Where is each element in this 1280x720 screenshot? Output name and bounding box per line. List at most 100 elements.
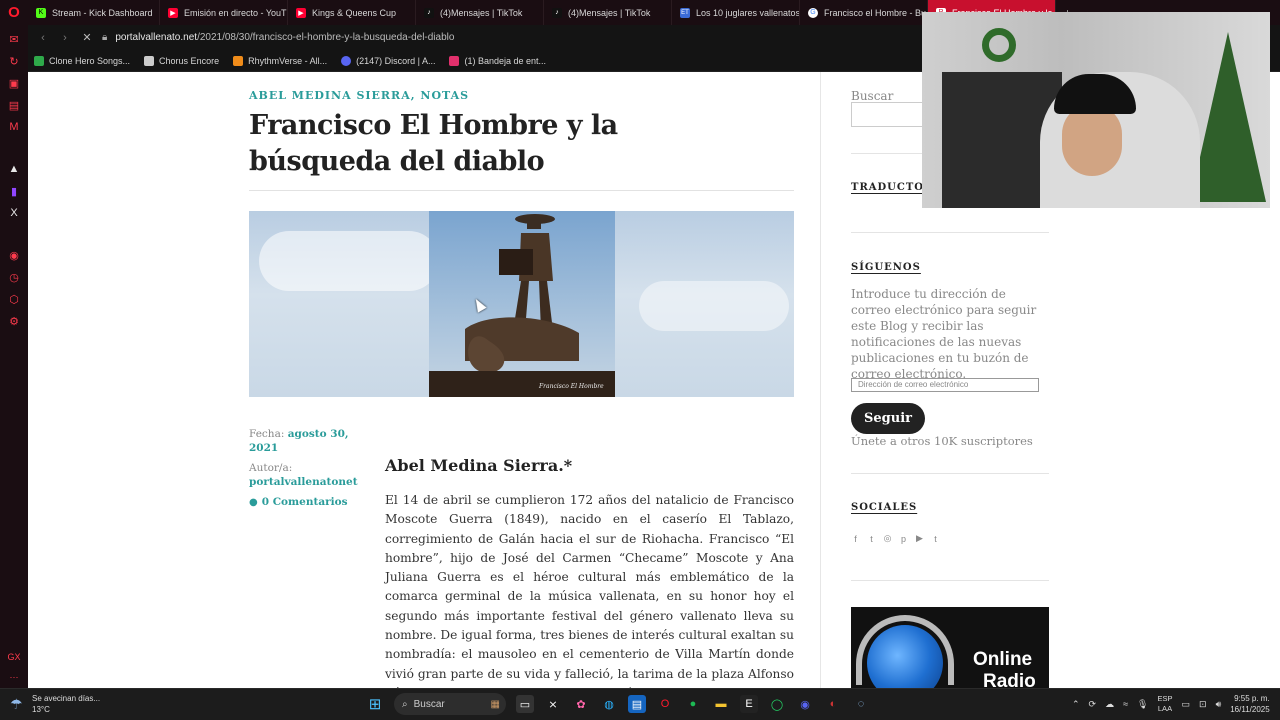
epic-games-icon[interactable]: E: [740, 695, 758, 713]
widget-divider: [851, 232, 1049, 233]
youtube-icon[interactable]: ▶: [915, 533, 924, 543]
wallet-icon[interactable]: ▤: [7, 99, 21, 112]
tab-youtube-live[interactable]: ▶ Emisión en directo - YouT: [160, 0, 288, 25]
more-icon[interactable]: ···: [10, 672, 19, 682]
bookmark-label: (1) Bandeja de ent...: [464, 55, 547, 66]
edge-icon[interactable]: ◍: [600, 695, 618, 713]
post-meta: Fecha: agosto 30, 2021 Autor/a: portalva…: [249, 427, 379, 510]
article-byline: Abel Medina Sierra.*: [385, 456, 573, 475]
player-icon[interactable]: ◉: [7, 249, 21, 262]
social-icons: f t ◎ p ▶ t: [851, 533, 940, 544]
tab-label: Los 10 juglares vallenatos: [696, 7, 800, 18]
cloud-shape: [259, 231, 439, 291]
follow-button[interactable]: Seguir: [851, 403, 925, 434]
weather-widget[interactable]: ☂ Se avecinan días... 13°C: [10, 693, 100, 715]
history-icon[interactable]: ↻: [7, 55, 21, 68]
tab-kick-dashboard[interactable]: K Stream - Kick Dashboard: [28, 0, 160, 25]
messenger-icon[interactable]: ✉: [7, 33, 21, 46]
display-icon[interactable]: ▭: [1182, 699, 1191, 710]
instagram-icon[interactable]: ◎: [883, 533, 892, 543]
lock-icon[interactable]: 🔒︎: [102, 32, 107, 43]
author-link[interactable]: portalvallenatonet: [249, 476, 358, 488]
lang-bottom: LAA: [1157, 704, 1173, 713]
twitch-icon[interactable]: ▮: [7, 185, 21, 198]
subscribers-count: Únete a otros 10K suscriptores: [851, 434, 1033, 448]
tab-tiktok-messages-2[interactable]: ♪ (4)Mensajes | TikTok: [544, 0, 672, 25]
copilot-icon[interactable]: ✿: [572, 695, 590, 713]
tab-juglares[interactable]: ET Los 10 juglares vallenatos: [672, 0, 800, 25]
bookmark-discord[interactable]: (2147) Discord | A...: [341, 55, 436, 66]
taskbar-search-placeholder: Buscar: [413, 698, 445, 710]
cloud-icon[interactable]: ☁: [1105, 699, 1114, 710]
aria-icon[interactable]: ▲: [7, 163, 21, 175]
twitter-icon[interactable]: t: [867, 534, 876, 544]
bookmark-chorus-encore[interactable]: Chorus Encore: [144, 55, 220, 66]
browser-sidebar: ✉ ↻ ▣ ▤ M ▲ ▮ X ◉ ◷ ⬡ ⚙ GX ···: [0, 25, 28, 688]
settings-gear-icon[interactable]: ⚙: [7, 315, 21, 328]
spotify-icon[interactable]: ●: [684, 695, 702, 713]
tab-kings-queens-cup[interactable]: ▶ Kings & Queens Cup: [288, 0, 416, 25]
search-label: Buscar: [851, 89, 894, 103]
widget-divider: [851, 580, 1049, 581]
tab-tiktok-messages[interactable]: ♪ (4)Mensajes | TikTok: [416, 0, 544, 25]
windows-start-icon[interactable]: ⊞: [366, 695, 384, 713]
comments-link[interactable]: 0 Comentarios: [262, 496, 348, 508]
tab-google-search[interactable]: G Francisco el Hombre - Bu: [800, 0, 928, 25]
volume-icon[interactable]: 🔊︎: [1216, 699, 1222, 710]
mic-icon[interactable]: 🎙︎: [1137, 699, 1148, 710]
et-icon: ET: [680, 7, 690, 18]
pinterest-icon[interactable]: p: [899, 534, 908, 544]
gx-icon[interactable]: GX: [7, 652, 20, 662]
opera-logo-icon[interactable]: O: [0, 0, 28, 25]
clock[interactable]: 9:55 p. m. 16/11/2025: [1230, 693, 1269, 715]
mail-icon[interactable]: M: [7, 121, 21, 133]
bookmark-clone-hero[interactable]: Clone Hero Songs...: [34, 55, 131, 66]
headphones-graphic: [856, 615, 954, 685]
bookmark-label: Clone Hero Songs...: [49, 55, 131, 66]
bookmark-label: (2147) Discord | A...: [356, 55, 436, 66]
store-icon[interactable]: ▤: [628, 695, 646, 713]
media-icon[interactable]: ⨯: [544, 695, 562, 713]
whatsapp-icon[interactable]: ◯: [768, 695, 786, 713]
back-arrow-icon[interactable]: ‹: [36, 32, 50, 44]
wifi-icon[interactable]: ≈: [1123, 699, 1128, 709]
x-twitter-icon[interactable]: X: [7, 207, 21, 219]
facebook-icon[interactable]: f: [851, 534, 860, 544]
chorus-encore-icon: [144, 55, 155, 66]
chevron-up-icon[interactable]: ⌃: [1072, 699, 1080, 710]
tab-label: (4)Mensajes | TikTok: [440, 7, 523, 18]
featured-image[interactable]: Francisco El Hombre: [249, 211, 794, 397]
statue-panel: Francisco El Hombre: [429, 211, 615, 397]
bag-icon[interactable]: ▣: [7, 77, 21, 90]
clock-time: 9:55 p. m.: [1234, 694, 1270, 703]
bookmark-rhythmverse[interactable]: RhythmVerse - All...: [233, 55, 327, 66]
steam-icon[interactable]: ◌: [852, 695, 870, 713]
online-radio-banner[interactable]: Online Radio: [851, 607, 1049, 688]
bookmark-instagram-inbox[interactable]: (1) Bandeja de ent...: [449, 55, 547, 66]
forward-arrow-icon[interactable]: ›: [58, 32, 72, 44]
clock-date: 16/11/2025: [1230, 705, 1270, 714]
bookmark-label: Chorus Encore: [159, 55, 220, 66]
box-icon[interactable]: ⬡: [7, 293, 21, 306]
language-indicator[interactable]: ESP LAA: [1157, 694, 1172, 714]
webcam-overlay: [922, 12, 1270, 208]
opera-taskbar-icon[interactable]: O: [656, 695, 674, 713]
translator-title: TRADUCTOR: [851, 182, 934, 193]
article-body: El 14 de abril se cumplieron 172 años de…: [385, 493, 794, 688]
screen: { "browser": { "tabs": [ {"label": "Stre…: [0, 0, 1280, 720]
sync-icon[interactable]: ⟳: [1089, 699, 1097, 710]
tumblr-icon[interactable]: t: [931, 534, 940, 544]
obs-icon[interactable]: ◐: [824, 695, 842, 713]
file-explorer-icon[interactable]: ▬: [712, 695, 730, 713]
article-categories[interactable]: ABEL MEDINA SIERRA, NOTAS: [249, 89, 469, 102]
taskbar-search[interactable]: ⌕ Buscar ▦: [394, 693, 506, 715]
stop-loading-icon[interactable]: ✕: [80, 31, 94, 44]
author-label: Autor/a:: [249, 462, 293, 474]
network-icon[interactable]: ⊡: [1199, 699, 1207, 710]
clock-icon[interactable]: ◷: [7, 271, 21, 284]
discord-icon[interactable]: ◉: [796, 695, 814, 713]
comment-bubble-icon: ●: [249, 497, 258, 508]
email-field[interactable]: Dirección de correo electrónico: [851, 378, 1039, 392]
task-view-icon[interactable]: ▭: [516, 695, 534, 713]
url-field[interactable]: portalvallenato.net/2021/08/30/francisco…: [115, 32, 454, 43]
